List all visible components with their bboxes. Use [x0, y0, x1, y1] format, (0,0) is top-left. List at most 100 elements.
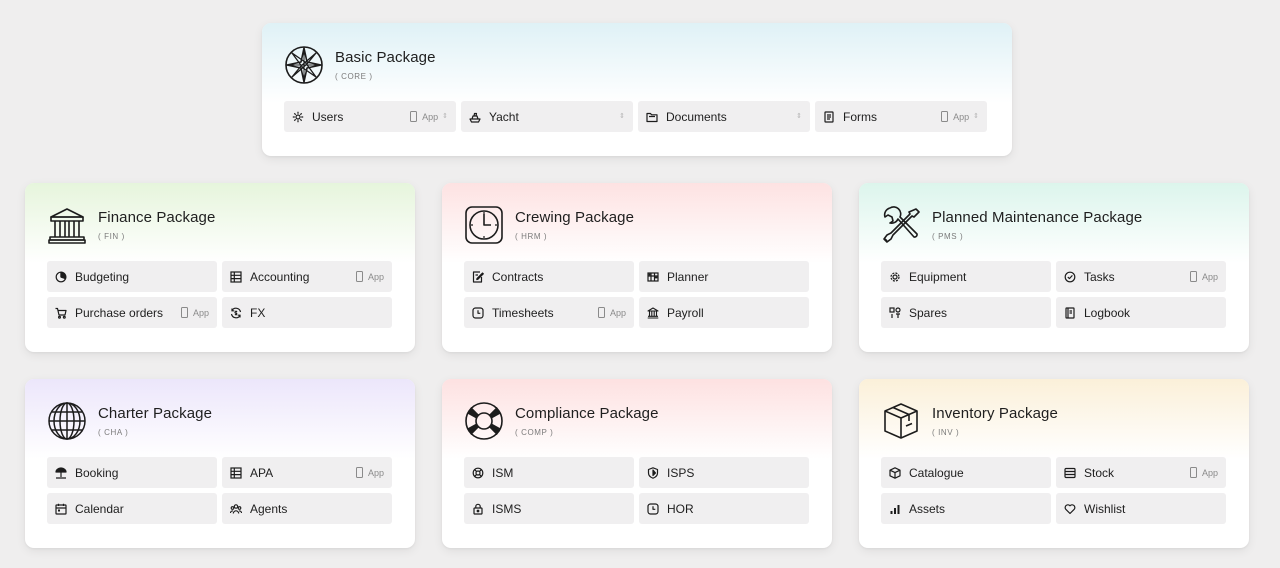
sort-handle-icon[interactable]: ⇕	[442, 113, 448, 120]
package-code: ( CORE )	[335, 72, 373, 81]
beach-icon	[55, 466, 67, 479]
bank-icon	[647, 306, 659, 319]
module-label: Logbook	[1084, 305, 1131, 320]
module-users[interactable]: Users App ⇕	[284, 101, 456, 132]
module-booking[interactable]: Booking	[47, 457, 217, 488]
module-label: ISMS	[492, 501, 522, 516]
box-small-icon	[889, 466, 901, 479]
module-agents[interactable]: Agents	[222, 493, 392, 524]
module-calendar[interactable]: Calendar	[47, 493, 217, 524]
module-label: ISM	[492, 465, 514, 480]
module-apa[interactable]: APA App	[222, 457, 392, 488]
package-code: ( INV )	[932, 428, 960, 437]
package-title: Finance Package	[98, 209, 216, 226]
package-card-pms: Planned Maintenance Package ( PMS ) Equi…	[859, 183, 1249, 352]
module-catalogue[interactable]: Catalogue	[881, 457, 1051, 488]
module-payroll[interactable]: Payroll	[639, 297, 809, 328]
shield-icon	[647, 466, 659, 479]
sort-handle-icon[interactable]: ⇕	[619, 113, 625, 120]
calendar-icon	[55, 503, 67, 515]
module-hor[interactable]: HOR	[639, 493, 809, 524]
package-title: Compliance Package	[515, 405, 659, 422]
module-label: Agents	[250, 501, 288, 516]
heart-icon	[1064, 503, 1076, 515]
module-label: Users	[312, 109, 344, 124]
package-code: ( HRM )	[515, 232, 548, 241]
module-contracts[interactable]: Contracts	[464, 261, 634, 292]
module-label: Purchase orders	[75, 305, 164, 320]
clock-icon	[464, 205, 504, 245]
module-tasks[interactable]: Tasks App	[1056, 261, 1226, 292]
package-card-inv: Inventory Package ( INV ) Catalogue Stoc…	[859, 379, 1249, 548]
lifebuoy-icon	[464, 401, 504, 441]
phone-icon	[597, 307, 605, 318]
module-label: Timesheets	[492, 305, 554, 320]
phone-icon	[941, 111, 949, 122]
module-label: Contracts	[492, 269, 544, 284]
package-title: Planned Maintenance Package	[932, 209, 1143, 226]
module-label: Budgeting	[75, 269, 130, 284]
people-icon	[230, 503, 242, 515]
package-title: Inventory Package	[932, 405, 1058, 422]
module-label: Calendar	[75, 501, 124, 516]
package-card-core: Basic Package ( CORE ) Users App ⇕ Yacht…	[262, 23, 1012, 156]
lifebuoy-small-icon	[472, 467, 484, 479]
contract-icon	[472, 270, 484, 283]
package-code: ( CHA )	[98, 428, 129, 437]
module-label: Spares	[909, 305, 948, 320]
module-label: Catalogue	[909, 465, 964, 480]
lock-icon	[472, 503, 484, 515]
module-planner[interactable]: Planner	[639, 261, 809, 292]
package-card-comp: Compliance Package ( COMP ) ISM ISPS ISM…	[442, 379, 832, 548]
module-label: Yacht	[489, 109, 519, 124]
package-code: ( COMP )	[515, 428, 554, 437]
module-label: Tasks	[1084, 269, 1115, 284]
module-isms[interactable]: ISMS	[464, 493, 634, 524]
module-wishlist[interactable]: Wishlist	[1056, 493, 1226, 524]
module-isps[interactable]: ISPS	[639, 457, 809, 488]
module-purchase-orders[interactable]: Purchase orders App	[47, 297, 217, 328]
module-forms[interactable]: Forms App ⇕	[815, 101, 987, 132]
module-label: FX	[250, 305, 266, 320]
card-header: Crewing Package ( HRM )	[464, 205, 634, 245]
package-title: Charter Package	[98, 405, 213, 422]
module-timesheets[interactable]: Timesheets App	[464, 297, 634, 328]
yacht-icon	[469, 111, 481, 123]
module-logbook[interactable]: Logbook	[1056, 297, 1226, 328]
module-ism[interactable]: ISM	[464, 457, 634, 488]
package-code: ( FIN )	[98, 232, 125, 241]
app-badge: App	[410, 111, 438, 122]
module-yacht[interactable]: Yacht ⇕	[461, 101, 633, 132]
module-label: Accounting	[250, 269, 310, 284]
module-label: ISPS	[667, 465, 695, 480]
stack-icon	[1064, 467, 1076, 479]
form-icon	[823, 110, 835, 123]
grid-icon	[230, 270, 242, 283]
phone-icon	[355, 467, 363, 478]
module-assets[interactable]: Assets	[881, 493, 1051, 524]
sort-handle-icon[interactable]: ⇕	[973, 113, 979, 120]
module-documents[interactable]: Documents ⇕	[638, 101, 810, 132]
card-header: Finance Package ( FIN )	[47, 205, 215, 245]
check-circle-icon	[1064, 271, 1076, 283]
app-badge: App	[941, 111, 969, 122]
app-badge: App	[1189, 271, 1218, 282]
cart-icon	[55, 307, 67, 319]
module-stock[interactable]: Stock App	[1056, 457, 1226, 488]
module-fx[interactable]: FX	[222, 297, 392, 328]
module-label: Stock	[1084, 465, 1115, 480]
timer-icon	[472, 306, 484, 319]
card-header: Inventory Package ( INV )	[881, 401, 1058, 441]
phone-icon	[1189, 467, 1197, 478]
gear-icon	[889, 271, 901, 283]
app-badge: App	[180, 307, 209, 318]
folder-icon	[646, 111, 658, 123]
sort-handle-icon[interactable]: ⇕	[796, 113, 802, 120]
module-label: Equipment	[909, 269, 967, 284]
module-budgeting[interactable]: Budgeting	[47, 261, 217, 292]
module-equipment[interactable]: Equipment	[881, 261, 1051, 292]
package-card-cha: Charter Package ( CHA ) Booking APA App	[25, 379, 415, 548]
module-label: Documents	[666, 109, 727, 124]
module-accounting[interactable]: Accounting App	[222, 261, 392, 292]
module-spares[interactable]: Spares	[881, 297, 1051, 328]
